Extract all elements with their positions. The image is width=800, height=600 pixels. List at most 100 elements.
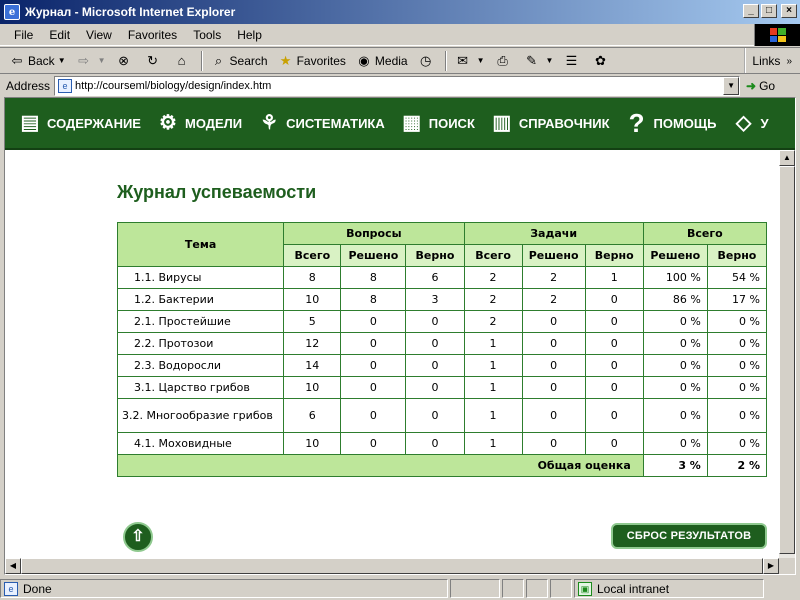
favorites-button[interactable]: ★ Favorites	[273, 50, 351, 72]
nav-search[interactable]: ▦ ПОИСК	[399, 108, 475, 138]
chevron-right-icon[interactable]: »	[786, 56, 792, 67]
nav-learning[interactable]: ◇ У	[731, 108, 769, 138]
status-text-cell: e Done	[0, 579, 448, 598]
search-button[interactable]: ⌕ Search	[206, 50, 273, 72]
search-icon: ⌕	[214, 52, 223, 68]
mail-button[interactable]: ✉ ▼	[450, 50, 490, 72]
table-header-row: Тема Вопросы Задачи Всего	[116, 222, 768, 267]
status-text: Done	[23, 581, 52, 596]
address-label: Address	[6, 78, 51, 93]
stop-button[interactable]: ⊗	[111, 50, 140, 72]
vertical-scroll-thumb[interactable]	[779, 166, 795, 554]
q-correct-cell: 0	[405, 354, 465, 377]
topic-cell: 3.1. Царство грибов	[116, 376, 285, 399]
s-solved-cell: 86 %	[642, 288, 708, 311]
menu-favorites[interactable]: Favorites	[120, 28, 185, 42]
menu-edit[interactable]: Edit	[41, 28, 78, 42]
forward-dropdown-icon[interactable]: ▼	[98, 56, 106, 65]
media-button[interactable]: ◉ Media	[351, 50, 413, 72]
nav-help-label: ПОМОЩЬ	[653, 115, 717, 131]
q-total-cell: 8	[283, 266, 342, 289]
address-input[interactable]: e http://courseml/biology/design/index.h…	[54, 75, 741, 96]
maximize-button[interactable]: □	[761, 4, 777, 18]
t-total-cell: 1	[463, 332, 523, 355]
address-dropdown-icon[interactable]: ▼	[723, 76, 740, 95]
nav-contents[interactable]: ▤ СОДЕРЖАНИЕ	[17, 108, 141, 138]
horizontal-scroll-thumb[interactable]	[21, 558, 763, 574]
close-button[interactable]: ×	[781, 4, 797, 18]
status-bar: e Done ▣ Local intranet	[0, 577, 800, 600]
media-label: Media	[374, 53, 408, 68]
discuss-button[interactable]: ☰	[558, 50, 587, 72]
links-toolbar[interactable]: Links »	[744, 48, 800, 74]
status-cell-empty	[526, 579, 548, 598]
table-row: 2.3. Водоросли 14 0 0 1 0 0 0 % 0 %	[116, 354, 768, 377]
back-label: Back	[28, 53, 55, 68]
history-button[interactable]: ◷	[413, 50, 442, 72]
scroll-left-icon[interactable]: ◀	[5, 558, 21, 574]
t-total-cell: 2	[463, 288, 523, 311]
nav-models[interactable]: ⚙ МОДЕЛИ	[155, 108, 242, 138]
s-solved-cell: 0 %	[642, 332, 708, 355]
nav-reference[interactable]: ▥ СПРАВОЧНИК	[489, 108, 609, 138]
go-button[interactable]: ➜ Go	[746, 79, 775, 93]
vertical-scrollbar[interactable]: ▲ ▼	[779, 150, 795, 574]
q-total-cell: 6	[283, 398, 342, 433]
q-solved-cell: 0	[340, 376, 407, 399]
table-row: 2.2. Протозои 12 0 0 1 0 0 0 % 0 %	[116, 332, 768, 355]
menu-help[interactable]: Help	[229, 28, 270, 42]
t-correct-cell: 1	[584, 266, 644, 289]
minimize-button[interactable]: _	[743, 4, 759, 18]
tree-icon: ⚘	[260, 112, 279, 134]
refresh-button[interactable]: ↻	[140, 50, 169, 72]
total-solved: 3 %	[642, 454, 708, 477]
total-label: Общая оценка	[117, 454, 644, 477]
nav-systematics[interactable]: ⚘ СИСТЕМАТИКА	[256, 108, 385, 138]
menu-file[interactable]: File	[6, 28, 41, 42]
address-url[interactable]: http://courseml/biology/design/index.htm	[75, 80, 271, 92]
menu-view[interactable]: View	[78, 28, 120, 42]
scroll-right-icon[interactable]: ▶	[763, 558, 779, 574]
t-correct-cell: 0	[584, 288, 644, 311]
edit-dropdown-icon[interactable]: ▼	[546, 56, 554, 65]
s-correct-cell: 0 %	[706, 398, 768, 433]
horizontal-scrollbar[interactable]: ◀ ▶	[5, 558, 779, 574]
mail-dropdown-icon[interactable]: ▼	[477, 56, 485, 65]
back-arrow-icon: ⇦	[11, 52, 23, 68]
page-title: Журнал успеваемости	[117, 182, 317, 202]
back-dropdown-icon[interactable]: ▼	[58, 56, 66, 65]
col-t-total: Всего	[463, 244, 523, 267]
t-correct-cell: 0	[584, 332, 644, 355]
book-icon: ▤	[20, 112, 40, 134]
intranet-icon: ▣	[578, 581, 592, 596]
messenger-button[interactable]: ✿	[587, 50, 616, 72]
menu-tools[interactable]: Tools	[185, 28, 229, 42]
q-solved-cell: 8	[340, 266, 407, 289]
s-correct-cell: 0 %	[706, 332, 768, 355]
forward-button[interactable]: ⇨ ▼	[71, 50, 111, 72]
print-button[interactable]: ⎙	[490, 50, 519, 72]
favorites-star-icon: ★	[279, 52, 292, 68]
reset-results-button[interactable]: СБРОС РЕЗУЛЬТАТОВ	[611, 523, 767, 549]
edit-button[interactable]: ✎ ▼	[519, 50, 559, 72]
back-button[interactable]: ⇦ Back ▼	[4, 50, 71, 72]
col-s-correct: Верно	[706, 244, 768, 267]
scroll-top-button[interactable]: ⇧	[123, 522, 153, 552]
topic-cell: 2.3. Водоросли	[116, 354, 285, 377]
col-q-total: Всего	[283, 244, 342, 267]
scroll-up-icon[interactable]: ▲	[779, 150, 795, 166]
ie-app-icon[interactable]: e	[4, 4, 20, 20]
col-t-correct: Верно	[584, 244, 644, 267]
reference-book-icon: ▥	[492, 112, 512, 134]
nav-help[interactable]: ? ПОМОЩЬ	[624, 108, 717, 138]
s-correct-cell: 0 %	[706, 310, 768, 333]
q-correct-cell: 0	[405, 432, 465, 455]
s-correct-cell: 54 %	[706, 266, 768, 289]
s-correct-cell: 0 %	[706, 376, 768, 399]
nav-models-label: МОДЕЛИ	[184, 115, 243, 131]
home-button[interactable]: ⌂	[169, 50, 198, 72]
q-correct-cell: 3	[405, 288, 465, 311]
search-notes-icon: ▦	[402, 112, 422, 134]
edit-icon: ✎	[526, 52, 537, 68]
t-total-cell: 2	[463, 310, 523, 333]
